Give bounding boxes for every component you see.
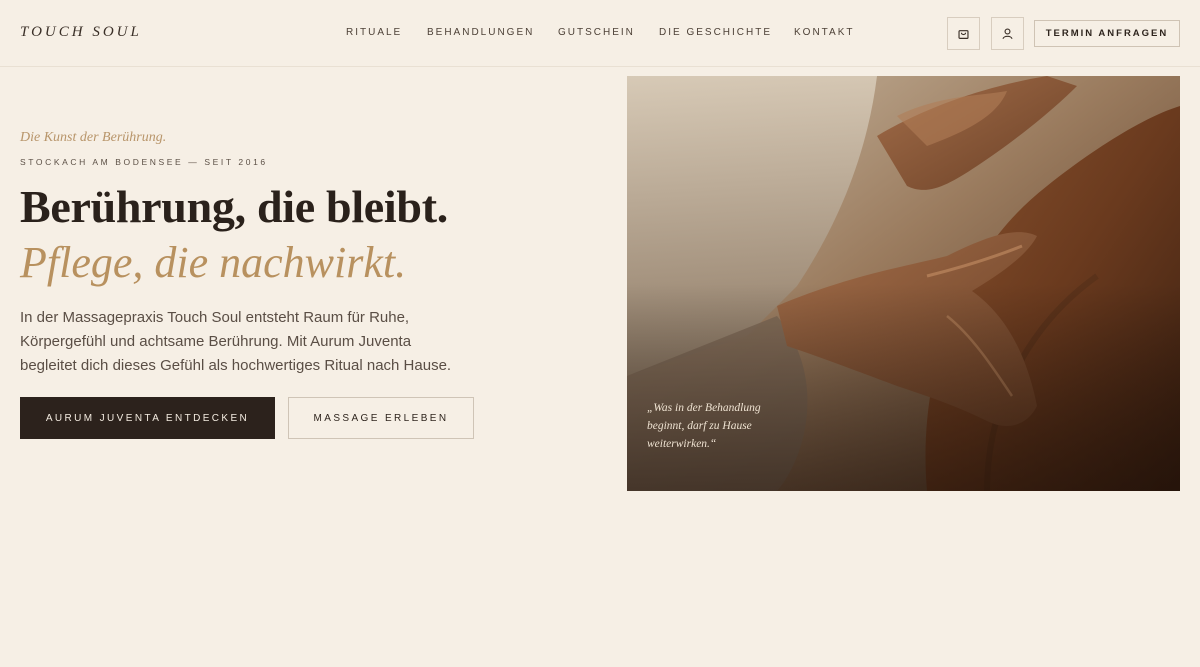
nav-item-die-geschichte[interactable]: DIE GESCHICHTE: [659, 27, 772, 38]
experience-massage-button[interactable]: MASSAGE ERLEBEN: [288, 397, 474, 439]
account-button[interactable]: [991, 17, 1024, 50]
hero-image: „Was in der Behandlung beginnt, darf zu …: [627, 76, 1180, 491]
hero-headline: Berührung, die bleibt.: [20, 181, 448, 232]
site-header: TOUCH SOUL RITUALE BEHANDLUNGEN GUTSCHEI…: [0, 0, 1200, 67]
nav-item-kontakt[interactable]: KONTAKT: [794, 27, 854, 38]
user-icon: [1002, 28, 1013, 40]
nav-item-gutschein[interactable]: GUTSCHEIN: [558, 27, 635, 38]
hero-kicker: Die Kunst der Berührung.: [20, 130, 167, 145]
nav-item-rituale[interactable]: RITUALE: [346, 27, 402, 38]
hero-location: STOCKACH AM BODENSEE — SEIT 2016: [20, 157, 268, 167]
hero-description: In der Massagepraxis Touch Soul entsteht…: [20, 309, 452, 374]
nav-item-behandlungen[interactable]: BEHANDLUNGEN: [427, 27, 534, 38]
discover-aurum-juventa-button[interactable]: AURUM JUVENTA ENTDECKEN: [20, 397, 275, 439]
hero-quote: „Was in der Behandlung beginnt, darf zu …: [647, 402, 761, 450]
cart-button[interactable]: [947, 17, 980, 50]
hero-headline-accent: Pflege, die nachwirkt.: [20, 238, 407, 287]
shopping-bag-icon: [958, 30, 969, 39]
request-appointment-button[interactable]: TERMIN ANFRAGEN: [1034, 20, 1180, 47]
